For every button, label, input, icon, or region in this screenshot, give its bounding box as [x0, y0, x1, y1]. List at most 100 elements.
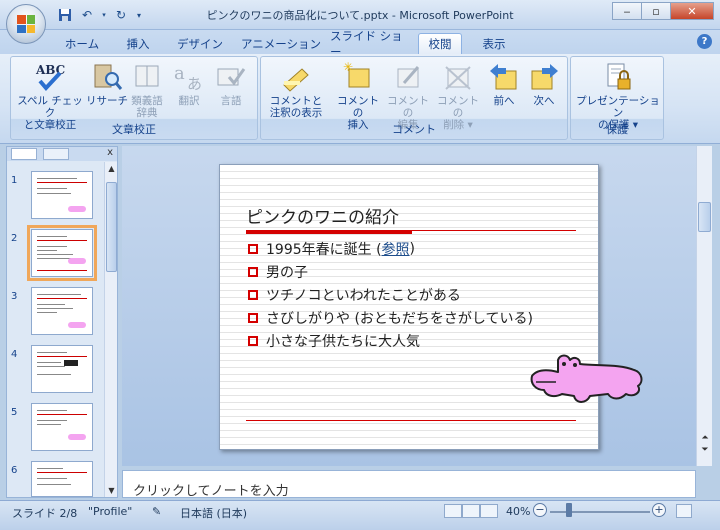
- slide-title[interactable]: ピンクのワニの紹介: [246, 203, 399, 228]
- normal-view-button[interactable]: [444, 504, 462, 518]
- slide-thumbnail-1[interactable]: [31, 171, 93, 219]
- slide-sorter-view-button[interactable]: [462, 504, 480, 518]
- protect-lock-icon: [602, 61, 634, 93]
- slideshow-view-button[interactable]: [480, 504, 498, 518]
- tab-home[interactable]: ホーム: [56, 33, 108, 54]
- tab-design[interactable]: デザイン: [170, 33, 230, 54]
- notes-pane[interactable]: クリックしてノートを入力: [122, 470, 696, 499]
- bullet-text: 男の子: [266, 265, 308, 281]
- thumb-number: 3: [11, 291, 18, 302]
- bullet-text: 1995年春に誕生 (: [266, 242, 382, 258]
- slide-scrollbar[interactable]: ⏶ ⏷: [696, 146, 712, 466]
- spell-check-icon: ABC: [34, 61, 66, 93]
- pink-crocodile-image[interactable]: [528, 352, 646, 406]
- close-button[interactable]: ✕: [670, 2, 714, 20]
- slides-scroll-thumb[interactable]: [106, 182, 117, 272]
- thesaurus-book-icon: [131, 61, 163, 93]
- tab-insert[interactable]: 挿入: [116, 33, 160, 54]
- next-comment-icon: [528, 61, 560, 93]
- fit-to-window-icon[interactable]: [676, 504, 692, 518]
- edit-comment-icon: [392, 61, 424, 93]
- bullet-item[interactable]: ツチノコといわれたことがある: [248, 285, 461, 305]
- customize-qat-icon[interactable]: ▾: [134, 6, 144, 24]
- show-markup-label-2: 注釈の表示: [269, 107, 323, 119]
- new-comment-icon: ✳: [342, 60, 374, 93]
- ribbon: ABC スペル チェック と文章校正 リサーチ 類義語 辞典 aあ 翻訳 言語 …: [0, 54, 720, 144]
- status-bar: スライド 2/8 "Profile" ✎ 日本語 (日本) 40% − +: [0, 500, 720, 530]
- show-markup-icon: [280, 61, 312, 93]
- bullet-square-icon: [248, 290, 258, 300]
- slide-thumbnail-3[interactable]: [31, 287, 93, 335]
- undo-dropdown-icon[interactable]: ▾: [100, 6, 108, 24]
- proofing-status-icon[interactable]: ✎: [152, 505, 161, 518]
- show-markup-label-1: コメントと: [269, 95, 323, 107]
- comments-group: コメントと 注釈の表示 ✳ コメントの 挿入 コメントの 編集 コメントの 削除…: [260, 56, 568, 140]
- reference-link[interactable]: 参照: [382, 239, 410, 259]
- redo-icon[interactable]: ↻: [112, 6, 130, 24]
- help-icon[interactable]: ?: [697, 34, 712, 49]
- title-bar: ↶ ▾ ↻ ▾ ピンクのワニの商品化について.pptx - Microsoft …: [0, 0, 720, 30]
- slides-pane-tabs: x: [7, 147, 117, 161]
- slide-thumbnail-5[interactable]: [31, 403, 93, 451]
- bullet-item[interactable]: 男の子: [248, 262, 308, 282]
- outline-tab[interactable]: [43, 148, 69, 160]
- tab-view[interactable]: 表示: [474, 33, 514, 54]
- bullet-text: ツチノコといわれたことがある: [266, 288, 461, 304]
- translate-button[interactable]: aあ 翻訳: [169, 61, 209, 107]
- zoom-in-icon[interactable]: +: [652, 503, 666, 517]
- window-title: ピンクのワニの商品化について.pptx - Microsoft PowerPoi…: [206, 9, 514, 22]
- thumb-number: 2: [11, 233, 18, 244]
- slide-thumbnail-4[interactable]: [31, 345, 93, 393]
- current-slide[interactable]: ピンクのワニの紹介 1995年春に誕生 (参照) 男の子 ツチノコといわれたこと…: [219, 164, 599, 450]
- close-pane-icon[interactable]: x: [107, 147, 113, 158]
- zoom-slider-knob[interactable]: [566, 503, 572, 517]
- thesaurus-button[interactable]: 類義語 辞典: [127, 61, 167, 119]
- tab-review[interactable]: 校閲: [418, 33, 462, 54]
- svg-text:a: a: [174, 63, 185, 84]
- bullet-text: さびしがりや (おともだちをさがしている): [266, 311, 533, 327]
- bullet-item[interactable]: さびしがりや (おともだちをさがしている): [248, 308, 533, 328]
- protect-group-label: 保護: [606, 123, 628, 136]
- slides-tab[interactable]: [11, 148, 37, 160]
- slide-thumbnail-2[interactable]: [27, 225, 97, 281]
- thumb-number: 1: [11, 175, 18, 186]
- minimize-button[interactable]: ‒: [612, 2, 642, 20]
- slides-pane-scrollbar[interactable]: ▲ ▼: [104, 162, 117, 497]
- next-comment-button[interactable]: 次へ: [523, 61, 565, 107]
- zoom-level[interactable]: 40%: [506, 505, 530, 518]
- zoom-out-icon[interactable]: −: [533, 503, 547, 517]
- language-status[interactable]: 日本語 (日本): [180, 505, 247, 521]
- title-accent-bar: [246, 230, 412, 234]
- tab-slideshow[interactable]: スライド ショー: [330, 29, 406, 59]
- bullet-item[interactable]: 1995年春に誕生 (参照): [248, 239, 415, 259]
- edit-comment-label-1: コメントの: [387, 95, 429, 119]
- language-label: 言語: [220, 95, 242, 107]
- research-button[interactable]: リサーチ: [85, 61, 129, 107]
- show-markup-button[interactable]: コメントと 注釈の表示: [263, 61, 329, 119]
- slide-thumbnail-6[interactable]: [31, 461, 93, 497]
- previous-comment-button[interactable]: 前へ: [483, 61, 525, 107]
- bullet-square-icon: [248, 313, 258, 323]
- scroll-down-arrow-icon[interactable]: ▼: [105, 484, 118, 497]
- maximize-button[interactable]: ▫: [641, 2, 671, 20]
- scroll-up-arrow-icon[interactable]: ▲: [105, 162, 118, 175]
- save-icon[interactable]: [56, 6, 74, 24]
- proofing-group: ABC スペル チェック と文章校正 リサーチ 類義語 辞典 aあ 翻訳 言語 …: [10, 56, 258, 140]
- previous-comment-label: 前へ: [493, 95, 515, 107]
- delete-comment-label-1: コメントの: [437, 95, 479, 119]
- bullet-item[interactable]: 小さな子供たちに大人気: [248, 331, 420, 351]
- previous-slide-icon[interactable]: ⏶: [698, 432, 712, 444]
- theme-name[interactable]: "Profile": [88, 505, 132, 518]
- tab-animations[interactable]: アニメーション: [238, 33, 324, 54]
- zoom-slider[interactable]: [550, 511, 650, 513]
- ribbon-tabs: ホーム 挿入 デザイン アニメーション スライド ショー 校閲 表示: [0, 29, 720, 59]
- quick-access-toolbar: ↶ ▾ ↻ ▾: [56, 6, 144, 24]
- language-button[interactable]: 言語: [211, 61, 251, 107]
- research-label: リサーチ: [86, 95, 128, 107]
- undo-icon[interactable]: ↶: [78, 6, 96, 24]
- delete-comment-icon: [442, 61, 474, 93]
- slide-scroll-thumb[interactable]: [698, 202, 711, 232]
- office-button[interactable]: [6, 4, 46, 44]
- next-slide-icon[interactable]: ⏷: [698, 444, 712, 456]
- slides-pane: x 1 2 3 4 5 6 ▲ ▼: [6, 146, 118, 498]
